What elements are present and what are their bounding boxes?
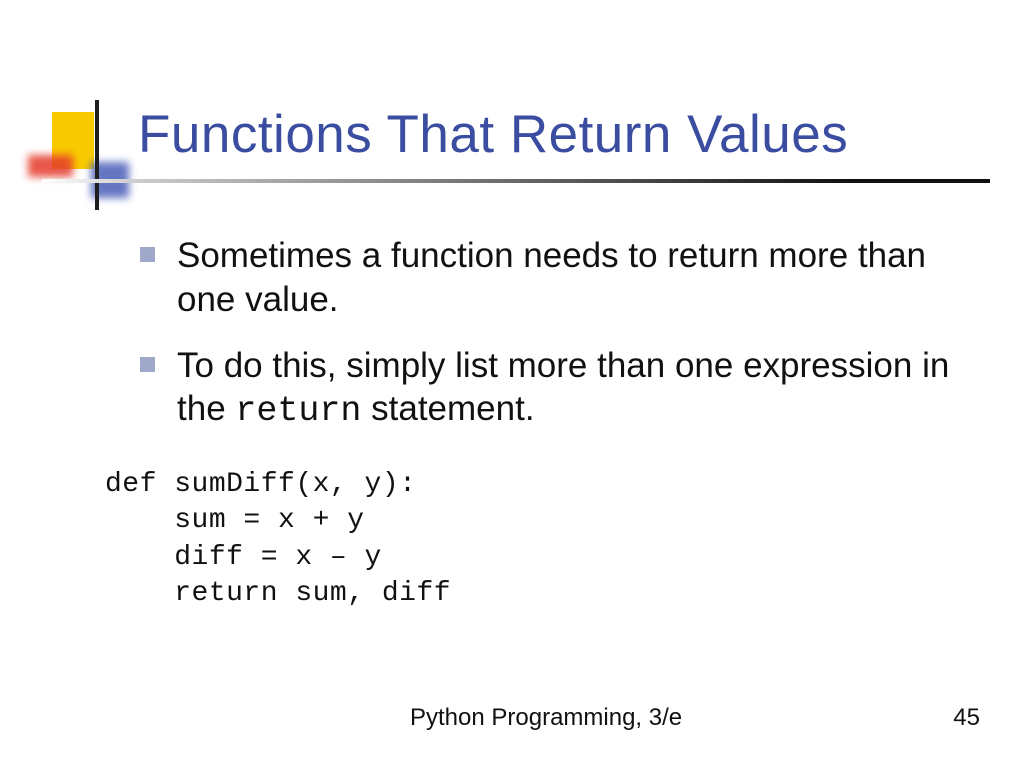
slide-body: Sometimes a function needs to return mor… [140, 234, 960, 456]
footer-page-number: 45 [953, 704, 980, 732]
slide: Functions That Return Values Sometimes a… [0, 0, 1024, 768]
bullet-text: Sometimes a function needs to return mor… [177, 234, 960, 322]
code-block: def sumDiff(x, y): sum = x + y diff = x … [105, 467, 451, 613]
slide-title: Functions That Return Values [138, 104, 848, 165]
bullet-item: Sometimes a function needs to return mor… [140, 234, 960, 322]
footer-source: Python Programming, 3/e [410, 704, 682, 732]
deco-cross-vertical [95, 100, 99, 210]
bullet-item: To do this, simply list more than one ex… [140, 344, 960, 435]
deco-square-red [28, 155, 73, 177]
deco-cross-horizontal [42, 179, 990, 183]
bullet-square-icon [140, 357, 155, 372]
bullet-text: To do this, simply list more than one ex… [177, 344, 960, 435]
bullet-square-icon [140, 247, 155, 262]
code-inline: return [235, 391, 361, 431]
